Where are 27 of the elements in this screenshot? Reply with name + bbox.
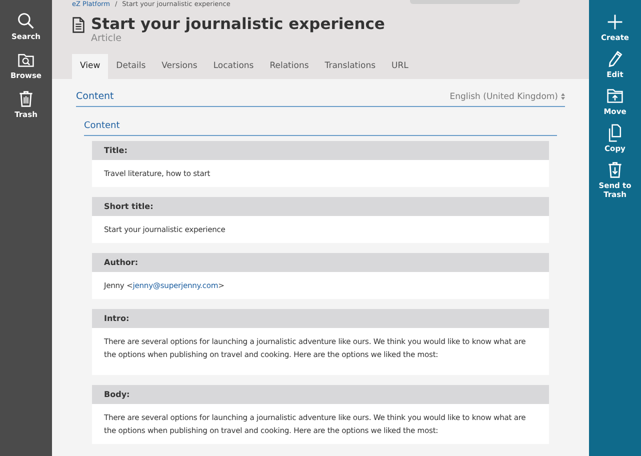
- tab[interactable]: Relations: [262, 54, 317, 79]
- content-type-label: Article: [91, 33, 122, 44]
- document-icon: [72, 17, 85, 33]
- field-label: Intro:: [92, 309, 549, 328]
- plus-icon: [606, 13, 624, 31]
- trash-icon: [17, 90, 35, 108]
- field-label: Title:: [92, 141, 549, 160]
- field-label: Body:: [92, 385, 549, 404]
- tab[interactable]: Details: [108, 54, 154, 79]
- trash-arrow-icon: [606, 161, 624, 179]
- page-title: Start your journalistic experience: [91, 15, 385, 33]
- group-heading: Content: [84, 121, 120, 131]
- pencil-icon: [606, 50, 624, 68]
- folder-search-icon: [17, 51, 35, 69]
- language-select[interactable]: English (United Kingdom): [450, 92, 565, 102]
- tab[interactable]: Locations: [205, 54, 262, 79]
- copy-icon: [606, 124, 624, 142]
- tab[interactable]: View: [72, 54, 108, 79]
- sort-arrows-icon: [561, 93, 565, 100]
- section-heading: Content: [76, 91, 114, 102]
- tab[interactable]: Versions: [154, 54, 206, 79]
- folder-arrow-icon: [606, 87, 624, 105]
- tab[interactable]: Translations: [316, 54, 384, 79]
- tab[interactable]: URL: [384, 54, 416, 79]
- field-label: Author:: [92, 253, 549, 272]
- field-label: Short title:: [92, 197, 549, 216]
- search-icon: [17, 12, 35, 30]
